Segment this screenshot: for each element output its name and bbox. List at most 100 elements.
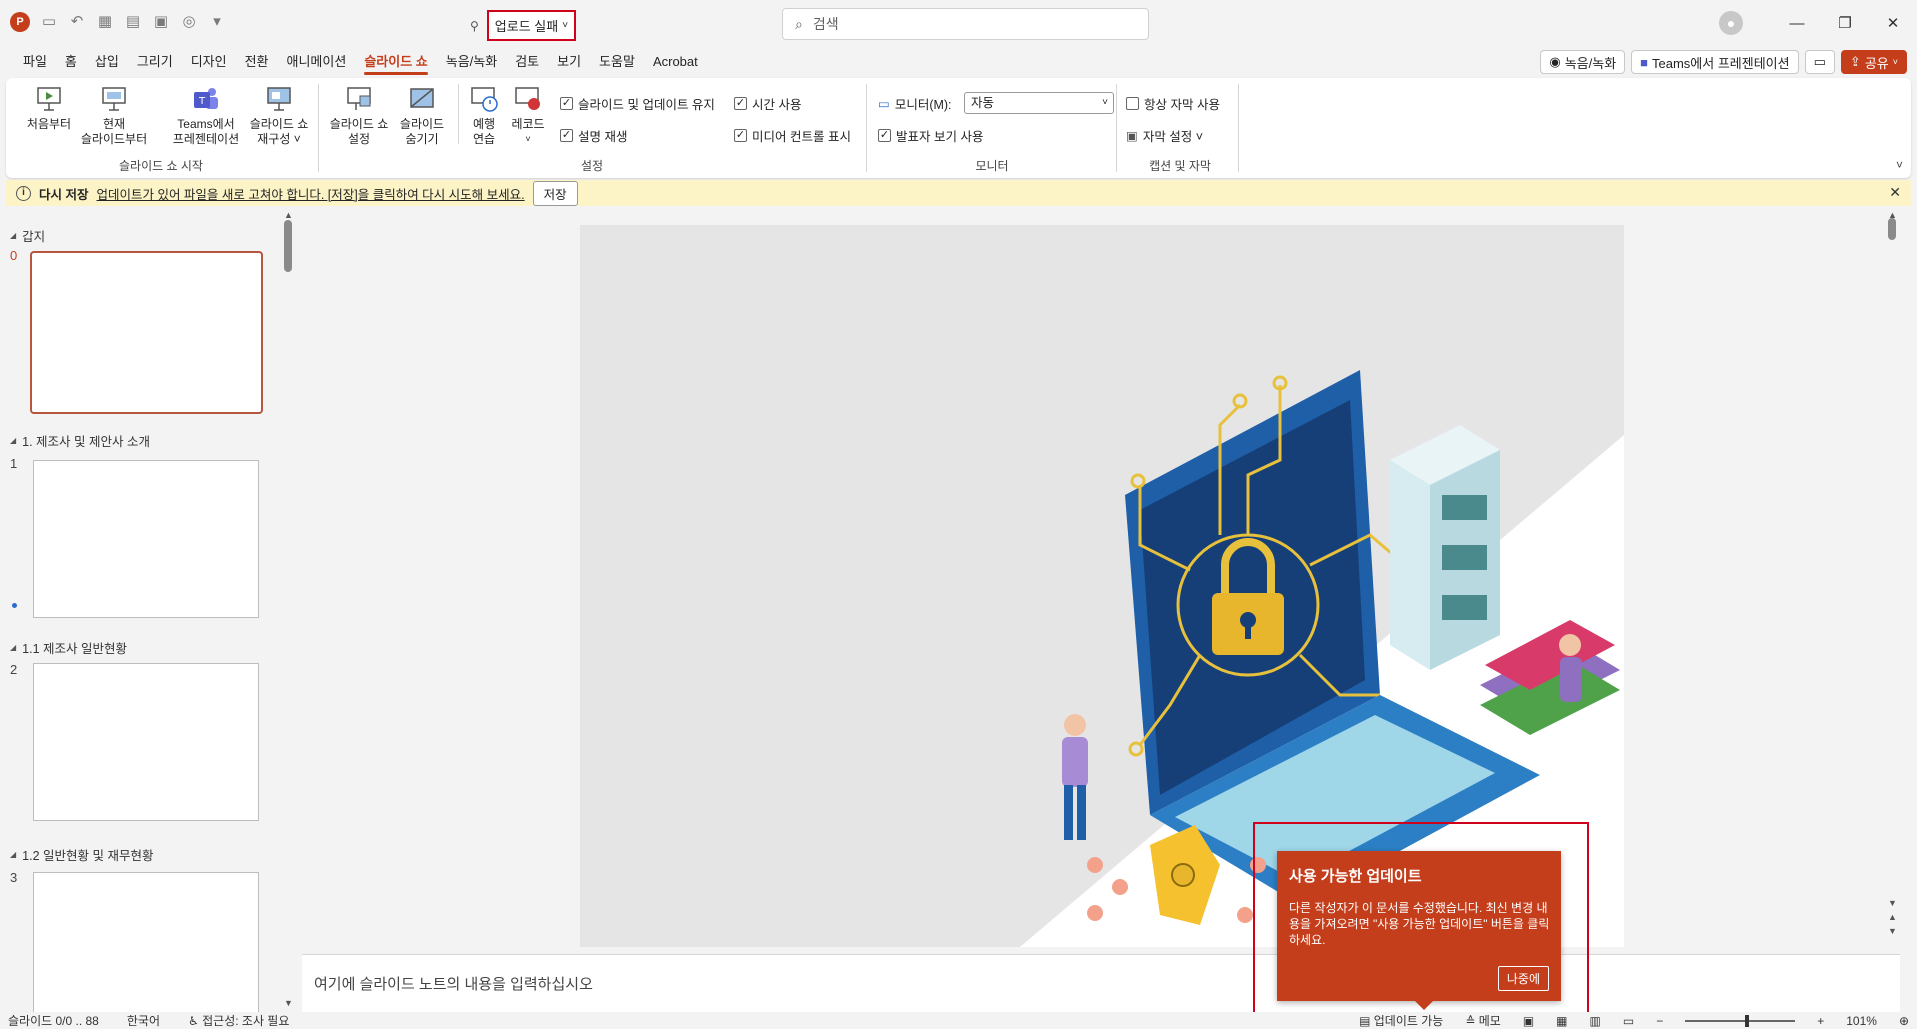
share-button[interactable]: ⇪ 공유 ˅ — [1840, 50, 1907, 74]
ribbon-divider — [866, 84, 867, 172]
search-input[interactable]: ⌕ 검색 — [782, 8, 1149, 40]
slide-thumbnail[interactable] — [30, 251, 263, 414]
tab-help[interactable]: 도움말 — [590, 46, 644, 78]
window-controls: ● — ❐ ✕ — [1719, 0, 1917, 46]
zoom-slider-thumb[interactable] — [1745, 1014, 1750, 1027]
show-media-controls-checkbox[interactable]: ✓ 미디어 컨트롤 표시 — [734, 126, 851, 145]
collapse-triangle-icon[interactable]: ◢ — [10, 643, 16, 652]
info-icon: i — [16, 185, 31, 201]
tab-file[interactable]: 파일 — [14, 46, 56, 78]
notice-save-button[interactable]: 저장 — [532, 180, 578, 206]
restore-icon[interactable]: ❐ — [1821, 0, 1869, 46]
comments-button[interactable]: ▭ — [1804, 50, 1835, 74]
close-icon[interactable]: ✕ — [1889, 184, 1901, 201]
search-placeholder: 검색 — [812, 16, 839, 32]
setup-slideshow-button[interactable]: 슬라이드 쇼 설정 — [322, 84, 396, 147]
tab-record[interactable]: 녹음/녹화 — [437, 46, 506, 78]
section-title: 1.2 일반현황 및 재무현황 — [22, 849, 154, 863]
close-icon[interactable]: ✕ — [1869, 0, 1917, 46]
custom-slideshow-button[interactable]: 슬라이드 쇼 재구성 ˅ — [242, 84, 316, 147]
tab-insert[interactable]: 삽입 — [86, 46, 128, 78]
shapes-icon[interactable]: ◎ — [180, 13, 198, 31]
zoom-out-icon[interactable]: − — [1656, 1014, 1663, 1028]
zoom-slider[interactable] — [1685, 1014, 1796, 1027]
slide-sorter-icon[interactable]: ▦ — [1556, 1014, 1567, 1028]
share-person-icon[interactable]: ⚲ — [470, 19, 479, 33]
fit-to-window-icon[interactable]: ⊕ — [1899, 1014, 1909, 1028]
collapse-triangle-icon[interactable]: ◢ — [10, 436, 16, 445]
teams-present-button[interactable]: ■ Teams에서 프레젠테이션 — [1631, 50, 1799, 74]
language-indicator[interactable]: 한국어 — [127, 1012, 160, 1029]
editor-scrollbar[interactable] — [1888, 218, 1896, 240]
play-narrations-checkbox[interactable]: ✓ 설명 재생 — [560, 126, 627, 145]
autosave-icon[interactable]: ▭ — [40, 13, 58, 31]
tab-design[interactable]: 디자인 — [182, 46, 236, 78]
section-header[interactable]: ◢ 1.1 제조사 일반현황 — [10, 638, 127, 657]
checkbox-unchecked-icon — [1126, 97, 1139, 110]
undo-icon[interactable]: ↶ — [68, 13, 86, 31]
chevron-down-icon: ˅ — [562, 20, 569, 31]
slideshow-view-icon[interactable]: ▭ — [1623, 1014, 1634, 1028]
hide-slide-button[interactable]: 슬라이드 숨기기 — [392, 84, 452, 147]
notice-message-link[interactable]: 업데이트가 있어 파일을 새로 고쳐야 합니다. [저장]을 클릭하여 다시 시… — [96, 184, 524, 203]
update-available-status[interactable]: ▤ 업데이트 가능 — [1359, 1012, 1443, 1029]
scroll-down-icon[interactable]: ▼ — [1888, 898, 1897, 908]
customize-qat-icon[interactable]: ▾ — [208, 13, 226, 31]
record-button[interactable]: ◉ 녹음/녹화 — [1540, 50, 1626, 74]
group-start-slideshow: 처음부터 현재 슬라이드부터 T Teams에서 프레젠테이션 슬라이드 쇼 재… — [6, 78, 316, 178]
zoom-level[interactable]: 101% — [1846, 1014, 1877, 1028]
presenter-view-checkbox[interactable]: ✓ 발표자 보기 사용 — [878, 126, 983, 145]
section-header[interactable]: ◢ 1. 제조사 및 제안사 소개 — [10, 431, 150, 450]
tab-animations[interactable]: 애니메이션 — [278, 46, 356, 78]
record-slideshow-button[interactable]: 레코드 ˅ — [508, 84, 548, 147]
scroll-up-icon[interactable]: ▲ — [284, 210, 293, 220]
ribbon-collapse-icon[interactable]: ˅ — [1896, 158, 1903, 172]
slide-thumbnail[interactable] — [33, 663, 259, 821]
notes-pane[interactable]: 여기에 슬라이드 노트의 내용을 입력하십시오 — [302, 954, 1900, 1012]
keep-updated-checkbox[interactable]: ✓ 슬라이드 및 업데이트 유지 — [560, 94, 715, 113]
scroll-up-icon[interactable]: ▲ — [1888, 210, 1897, 220]
notes-label: 메모 — [1478, 1014, 1501, 1028]
use-timings-checkbox[interactable]: ✓ 시간 사용 — [734, 94, 801, 113]
next-slide-icon[interactable]: ▼ — [1888, 926, 1897, 936]
slide-thumbnail[interactable] — [33, 460, 259, 618]
collapse-triangle-icon[interactable]: ◢ — [10, 850, 16, 859]
tab-draw[interactable]: 그리기 — [128, 46, 182, 78]
tab-review[interactable]: 검토 — [506, 46, 548, 78]
rehearse-timings-button[interactable]: 예행 연습 — [464, 84, 504, 147]
teams-present-ribbon-button[interactable]: T Teams에서 프레젠테이션 — [164, 84, 248, 147]
from-current-button[interactable]: 현재 슬라이드부터 — [74, 84, 154, 147]
subtitle-settings-button[interactable]: ▣ 자막 설정 ˅ — [1126, 126, 1203, 145]
accessibility-status[interactable]: ♿ 접근성: 조사 필요 — [188, 1012, 289, 1029]
section-header[interactable]: ◢ 갑지 — [10, 226, 45, 245]
use-timings-label: 시간 사용 — [752, 98, 802, 112]
upload-status-button[interactable]: 업로드 실패 ˅ — [486, 10, 577, 41]
table-icon[interactable]: ▤ — [124, 13, 142, 31]
monitor-select[interactable]: 자동 ˅ — [964, 92, 1114, 114]
monitor-label: 모니터(M): — [894, 98, 952, 112]
prev-slide-icon[interactable]: ▲ — [1888, 912, 1897, 922]
tab-acrobat[interactable]: Acrobat — [644, 46, 707, 78]
section-header[interactable]: ◢ 1.2 일반현황 및 재무현황 — [10, 845, 153, 864]
notes-toggle[interactable]: ≙ 메모 — [1465, 1012, 1501, 1029]
avatar[interactable]: ● — [1719, 11, 1743, 35]
always-subtitles-checkbox[interactable]: 항상 자막 사용 — [1126, 94, 1220, 113]
scroll-down-icon[interactable]: ▼ — [284, 998, 293, 1008]
minimize-icon[interactable]: — — [1773, 0, 1821, 46]
textbox-icon[interactable]: ▣ — [152, 13, 170, 31]
later-button[interactable]: 나중에 — [1497, 966, 1549, 991]
thumbnail-scrollbar[interactable] — [284, 220, 292, 272]
tab-view[interactable]: 보기 — [548, 46, 590, 78]
tab-slideshow[interactable]: 슬라이드 쇼 — [355, 46, 436, 78]
zoom-in-icon[interactable]: + — [1817, 1014, 1824, 1028]
tab-transitions[interactable]: 전환 — [236, 46, 278, 78]
slide-editor: ▲ ▼ ▲ ▼ — [302, 210, 1900, 950]
checkbox-checked-icon: ✓ — [878, 129, 891, 142]
slide-thumbnail[interactable] — [33, 872, 259, 1012]
reading-view-icon[interactable]: ▥ — [1590, 1014, 1601, 1028]
share-icon: ⇪ — [1849, 54, 1861, 69]
collapse-triangle-icon[interactable]: ◢ — [10, 231, 16, 240]
normal-view-icon[interactable]: ▣ — [1523, 1014, 1534, 1028]
layout-icon[interactable]: ▦ — [96, 13, 114, 31]
tab-home[interactable]: 홈 — [56, 46, 86, 78]
